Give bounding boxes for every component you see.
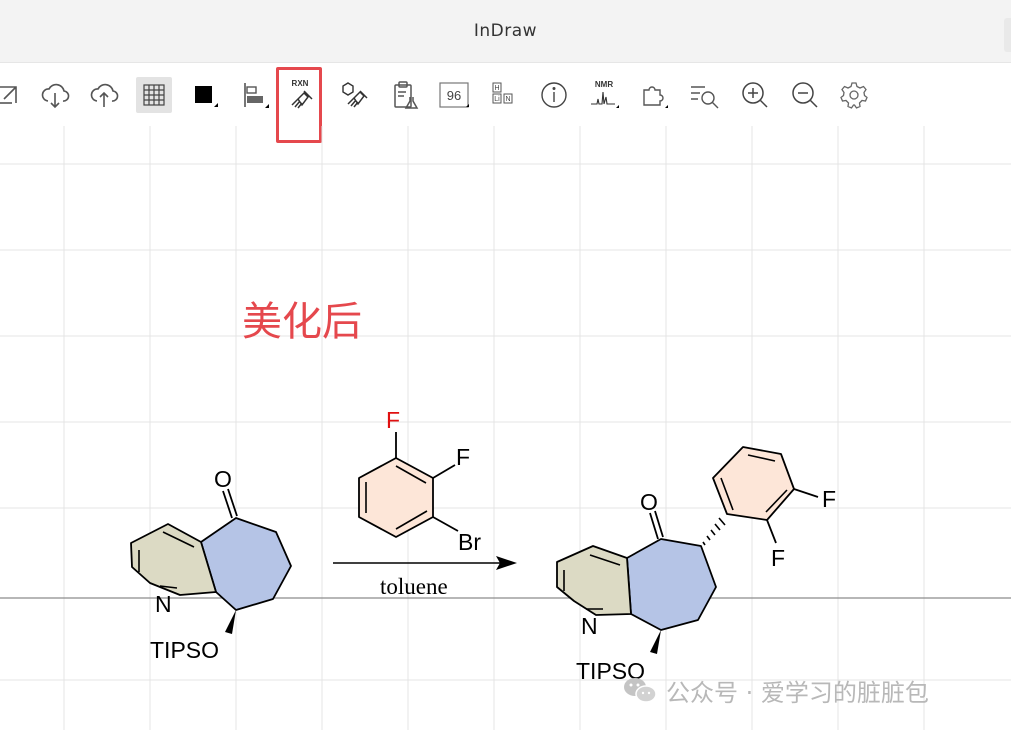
wechat-icon [624, 678, 657, 703]
cloud-download-button[interactable] [37, 77, 73, 113]
zoom-in-icon [742, 82, 768, 108]
product-fluorine-label-2: F [771, 545, 785, 571]
reactant-cycloheptane-ring [200, 517, 292, 611]
cloud-upload-button[interactable] [86, 77, 122, 113]
structure-clean-button[interactable] [336, 77, 372, 113]
reactant-oxygen-label: O [214, 466, 232, 492]
reactant-pyridine-ring [130, 523, 217, 596]
export-button[interactable] [0, 77, 22, 113]
nmr-label: NMR [595, 80, 613, 89]
toolbar: RXN 96 H Li N NMR [0, 63, 1011, 125]
element-li: Li [494, 96, 500, 103]
color-swatch-icon [195, 86, 218, 107]
product-oxygen-label: O [640, 489, 658, 515]
watermark-text: 公众号 · 爱学习的脏脏包 [666, 678, 929, 707]
info-button[interactable] [536, 77, 572, 113]
well-plate-icon: 96 [439, 82, 469, 108]
periodic-table-button[interactable]: H Li N [487, 77, 523, 113]
reactant-wedge-bond [225, 610, 236, 634]
zoom-in-button[interactable] [737, 77, 773, 113]
reagent-bromine-label: Br [458, 529, 481, 555]
beautified-annotation: 美化后 [242, 299, 362, 345]
search-list-icon [691, 86, 719, 109]
periodic-table-icon: H Li N [492, 82, 513, 104]
title-bar: InDraw [0, 0, 1011, 63]
grid-toggle-button[interactable] [136, 77, 172, 113]
well-plate-label: 96 [447, 88, 461, 103]
search-button[interactable] [687, 77, 723, 113]
product-aryl-ring [712, 446, 795, 521]
element-h: H [494, 85, 499, 92]
element-n: N [505, 96, 510, 103]
cloud-download-icon [41, 83, 70, 109]
reagent-fluorine-label: F [456, 444, 470, 470]
reagent-benzene-ring [358, 457, 434, 538]
window-title: InDraw [473, 21, 538, 41]
templates-button[interactable] [636, 77, 672, 113]
product-wedge-bond [650, 630, 661, 654]
info-icon [541, 82, 567, 108]
zoom-out-button[interactable] [787, 77, 823, 113]
product-nitrogen-label: N [581, 613, 598, 639]
reaction-arrow[interactable] [333, 556, 517, 570]
product-hashed-bond [702, 517, 726, 546]
window-control-edge[interactable] [1004, 18, 1011, 52]
clipboard-button[interactable] [386, 77, 422, 113]
reactant-tipso-label: TIPSO [150, 637, 219, 663]
nmr-icon: NMR [591, 80, 619, 108]
cloud-upload-icon [90, 83, 119, 107]
nmr-button[interactable]: NMR [586, 77, 622, 113]
molecule-broom-icon [342, 82, 368, 108]
color-button[interactable] [187, 77, 223, 113]
clipboard-flask-icon [394, 81, 419, 109]
zoom-out-icon [792, 82, 818, 108]
export-icon [0, 86, 17, 104]
settings-button[interactable] [836, 77, 872, 113]
drawing-canvas[interactable]: O N TIPSO F F Br toluene O N TIPSO F F [0, 126, 1011, 730]
gear-icon [840, 82, 868, 109]
product-cycloheptane-ring [626, 538, 717, 631]
watermark: 公众号 · 爱学习的脏脏包 [622, 674, 929, 707]
align-button[interactable] [236, 77, 272, 113]
align-icon [244, 83, 269, 108]
grid-icon [143, 84, 165, 106]
product-fluorine-label-1: F [822, 486, 836, 512]
puzzle-icon [643, 86, 668, 108]
reaction-condition-label: toluene [380, 574, 448, 599]
reagent-fluorine-red-label: F [386, 407, 400, 433]
well-plate-button[interactable]: 96 [436, 77, 472, 113]
reactant-nitrogen-label: N [155, 591, 172, 617]
